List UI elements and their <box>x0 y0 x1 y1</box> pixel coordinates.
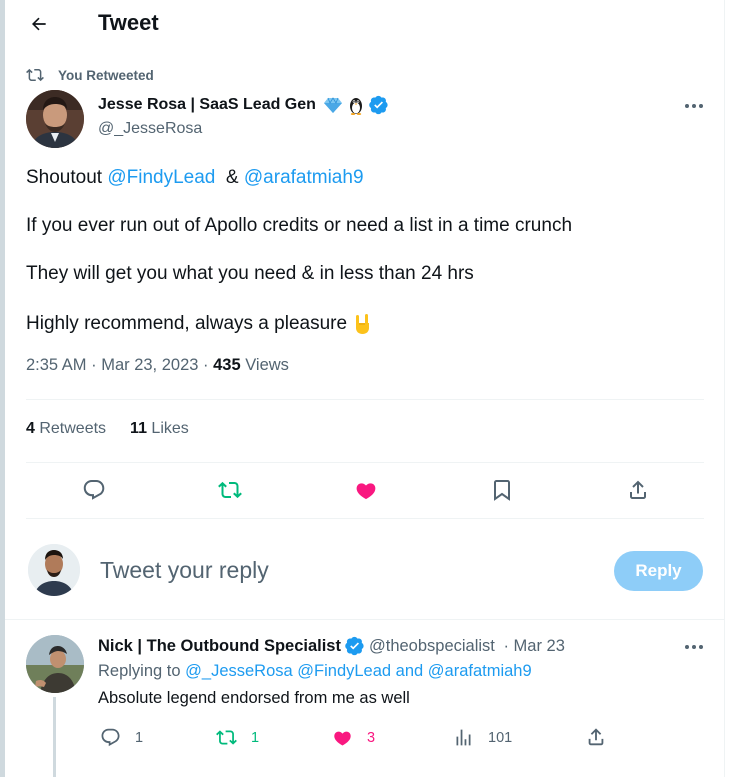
reply-like-count: 3 <box>367 729 376 746</box>
reply-author-line: Nick | The Outbound Specialist @theobspe… <box>98 636 565 656</box>
penguin-icon <box>349 98 362 115</box>
page-title: Tweet <box>98 10 159 35</box>
likes-count: 11 <box>130 420 147 437</box>
tweet-stats: 4 Retweets 11 Likes <box>26 420 189 438</box>
tweet-line-1: Shoutout @FindyLead & @arafatmiah9 <box>26 167 364 189</box>
retweets-label: Retweets <box>34 420 107 437</box>
retweet-banner: You Retweeted <box>26 66 154 84</box>
reply-icon[interactable] <box>82 478 106 502</box>
reply-reply-action[interactable]: 1 <box>100 727 143 748</box>
retweet-action-icon[interactable] <box>218 478 242 502</box>
likes-stat[interactable]: 11 Likes <box>130 420 189 438</box>
tweet-line-4-text: Highly recommend, always a pleasure <box>26 313 348 334</box>
share-icon[interactable] <box>626 478 650 502</box>
tweet-time[interactable]: 2:35 AM · Mar 23, 2023 · <box>26 356 213 374</box>
reply-like-icon <box>334 731 351 746</box>
gem-icon <box>323 97 342 113</box>
views-icon <box>456 729 471 746</box>
current-user-avatar-image <box>28 544 80 596</box>
rock-on-hand-icon <box>356 314 370 334</box>
views-label: Views <box>240 356 289 374</box>
bookmark-icon[interactable] <box>490 478 514 502</box>
reply-more-options-icon[interactable] <box>684 644 704 650</box>
left-border <box>0 0 5 777</box>
reply-retweet-action[interactable]: 1 <box>216 727 259 748</box>
reply-like-action[interactable]: 3 <box>332 727 375 748</box>
retweets-count: 4 <box>26 420 35 437</box>
tweet-text-shoutout: Shoutout <box>26 167 108 188</box>
current-user-avatar[interactable] <box>28 544 80 596</box>
reply-input[interactable]: Tweet your reply <box>100 557 269 584</box>
reply-reply-count: 1 <box>135 729 144 746</box>
tweet-line-3: They will get you what you need & in les… <box>26 263 474 284</box>
reply-reply-icon <box>101 728 120 747</box>
right-border <box>724 0 725 777</box>
author-avatar[interactable] <box>26 90 84 148</box>
reply-author-name[interactable]: Nick | The Outbound Specialist <box>98 637 341 656</box>
retweet-banner-text: You Retweeted <box>58 67 154 83</box>
views-count: 435 <box>213 356 241 374</box>
reply-text: Absolute legend endorsed from me as well <box>98 689 410 707</box>
mention-findylead[interactable]: @FindyLead <box>107 167 215 188</box>
reply-retweet-count: 1 <box>251 729 260 746</box>
author-avatar-image <box>26 90 84 148</box>
reply-author-avatar[interactable] <box>26 635 84 693</box>
reply-views-action[interactable]: 101 <box>453 727 512 748</box>
like-icon[interactable] <box>354 478 378 502</box>
mention-arafatmiah9[interactable]: @arafatmiah9 <box>244 167 364 188</box>
reply-author-avatar-image <box>26 635 84 693</box>
reply-author-handle[interactable]: @theobspecialist <box>369 637 495 656</box>
divider-middle <box>26 462 704 463</box>
author-handle[interactable]: @_JesseRosa <box>98 120 202 138</box>
replying-to: Replying to @_JesseRosa @FindyLead and @… <box>98 662 532 681</box>
reply-retweet-icon <box>216 730 237 745</box>
tweet-line-2: If you ever run out of Apollo credits or… <box>26 215 573 236</box>
tweet-text-ampersand: & <box>215 167 244 188</box>
reply-share-icon[interactable] <box>585 726 607 748</box>
more-options-icon[interactable] <box>684 103 704 109</box>
author-line: Jesse Rosa | SaaS Lead Gen <box>98 95 389 115</box>
replying-to-users[interactable]: @_JesseRosa @FindyLead and @arafatmiah9 <box>185 662 532 680</box>
tweet-timestamp: 2:35 AM · Mar 23, 2023 · 435 Views <box>26 356 289 375</box>
retweet-icon <box>26 68 44 82</box>
divider-top <box>26 399 704 400</box>
reply-button[interactable]: Reply <box>614 551 703 591</box>
retweets-stat[interactable]: 4 Retweets <box>26 420 106 438</box>
replying-to-prefix: Replying to <box>98 662 186 680</box>
author-name[interactable]: Jesse Rosa | SaaS Lead Gen <box>98 96 316 114</box>
tweet-line-4: Highly recommend, always a pleasure <box>26 313 373 335</box>
reply-view-count: 101 <box>488 729 513 746</box>
back-arrow-icon[interactable] <box>29 14 49 34</box>
reply-date[interactable]: · Mar 23 <box>499 637 564 656</box>
reply-verified-badge-icon[interactable] <box>345 636 365 656</box>
page-header: Tweet <box>5 0 724 48</box>
verified-badge-icon[interactable] <box>369 95 389 115</box>
thread-line <box>53 697 56 777</box>
divider-bottom <box>26 518 704 519</box>
divider-replies <box>5 619 724 620</box>
likes-label: Likes <box>146 420 189 437</box>
